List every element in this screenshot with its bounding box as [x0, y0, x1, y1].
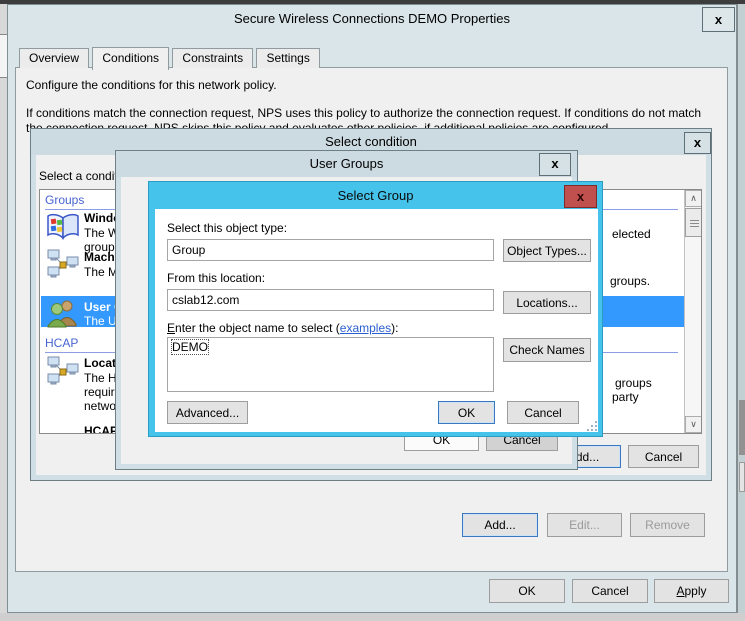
- select-group-close-button[interactable]: x: [564, 185, 597, 208]
- object-types-button[interactable]: Object Types...: [503, 239, 591, 262]
- object-name-label: Enter the object name to select (example…: [167, 321, 398, 335]
- right-fragment-3: groups: [615, 376, 652, 390]
- locations-button[interactable]: Locations...: [503, 291, 591, 314]
- examples-link[interactable]: examples: [340, 321, 391, 335]
- windows-groups-icon: [46, 211, 80, 246]
- select-group-title: Select Group: [149, 182, 602, 209]
- tab-bar: Overview Conditions Constraints Settings: [19, 45, 320, 72]
- properties-title: Secure Wireless Connections DEMO Propert…: [8, 11, 736, 26]
- locations-label: Locations...: [516, 296, 577, 310]
- apply-rest: pply: [685, 584, 707, 598]
- properties-ok-button[interactable]: OK: [489, 579, 565, 603]
- conditions-remove-label: Remove: [645, 518, 690, 532]
- from-location-label: From this location:: [167, 271, 265, 285]
- advanced-label: Advanced...: [176, 406, 239, 420]
- tab-overview[interactable]: Overview: [19, 48, 89, 68]
- user-groups-icon: [46, 298, 80, 331]
- background-right-scroll-block2: [739, 462, 745, 492]
- advanced-button[interactable]: Advanced...: [167, 401, 248, 424]
- properties-ok-label: OK: [518, 584, 535, 598]
- select-group-cancel-button[interactable]: Cancel: [507, 401, 579, 424]
- object-type-value: Group: [172, 243, 205, 257]
- properties-cancel-button[interactable]: Cancel: [572, 579, 648, 603]
- tab-constraints[interactable]: Constraints: [172, 48, 253, 68]
- tab-conditions[interactable]: Conditions: [92, 47, 169, 70]
- condition-list-scrollbar[interactable]: ∧ ∨: [684, 190, 702, 433]
- properties-cancel-label: Cancel: [591, 584, 628, 598]
- tab-settings[interactable]: Settings: [256, 48, 319, 68]
- properties-close-button[interactable]: x: [702, 7, 735, 32]
- select-condition-cancel-label: Cancel: [645, 450, 682, 464]
- tab-settings-label: Settings: [266, 51, 309, 65]
- object-name-label-text: nter the object name to select (: [175, 321, 340, 335]
- select-condition-close-button[interactable]: x: [684, 132, 711, 154]
- select-group-ok-button[interactable]: OK: [438, 401, 495, 424]
- resize-grip[interactable]: [587, 421, 597, 431]
- scroll-thumb-grip: [690, 220, 699, 227]
- object-type-label: Select this object type:: [167, 221, 287, 235]
- select-group-cancel-label: Cancel: [524, 406, 561, 420]
- screen: Secure Wireless Connections DEMO Propert…: [0, 0, 745, 621]
- background-bottom-strip: [0, 613, 745, 621]
- conditions-edit-label: Edit...: [569, 518, 600, 532]
- tab-conditions-label: Conditions: [102, 51, 159, 65]
- select-group-ok-label: OK: [458, 406, 475, 420]
- conditions-edit-button[interactable]: Edit...: [547, 513, 622, 537]
- object-type-field[interactable]: Group: [167, 239, 494, 261]
- check-names-button[interactable]: Check Names: [503, 338, 591, 362]
- conditions-remove-button[interactable]: Remove: [630, 513, 705, 537]
- right-fragment-4: party: [612, 390, 639, 404]
- right-fragment-2: groups.: [610, 274, 650, 288]
- object-name-label-suffix: ):: [391, 321, 398, 335]
- user-groups-title: User Groups: [116, 151, 577, 177]
- object-types-label: Object Types...: [507, 244, 587, 258]
- scroll-thumb[interactable]: [685, 208, 702, 237]
- scroll-up-button[interactable]: ∧: [685, 190, 702, 207]
- object-name-access-key: E: [167, 321, 175, 335]
- conditions-add-label: Add...: [484, 518, 515, 532]
- object-name-value: DEMO: [172, 340, 208, 354]
- select-group-dialog: Select Group x Select this object type: …: [148, 181, 603, 437]
- select-condition-cancel-button[interactable]: Cancel: [628, 445, 699, 468]
- from-location-field[interactable]: cslab12.com: [167, 289, 494, 311]
- machine-groups-icon: [46, 248, 80, 283]
- right-fragment-1: elected: [612, 227, 651, 241]
- conditions-add-button[interactable]: Add...: [462, 513, 538, 537]
- location-groups-icon: [46, 355, 80, 390]
- select-group-content: Select this object type: Group Object Ty…: [155, 209, 598, 432]
- properties-apply-label: Apply: [676, 584, 706, 598]
- background-right-scroll-block: [739, 400, 745, 455]
- scroll-down-button[interactable]: ∨: [685, 416, 702, 433]
- object-name-field[interactable]: DEMO: [167, 337, 494, 392]
- user-groups-close-button[interactable]: x: [539, 153, 571, 176]
- properties-apply-button[interactable]: Apply: [654, 579, 729, 603]
- apply-access-key: A: [676, 584, 684, 598]
- background-left-sliver: [0, 34, 7, 78]
- background-right-strip: [737, 4, 745, 621]
- check-names-label: Check Names: [509, 343, 584, 357]
- tab-constraints-label: Constraints: [182, 51, 243, 65]
- tab-overview-label: Overview: [29, 51, 79, 65]
- from-location-value: cslab12.com: [172, 293, 239, 307]
- conditions-intro: Configure the conditions for this networ…: [26, 78, 716, 92]
